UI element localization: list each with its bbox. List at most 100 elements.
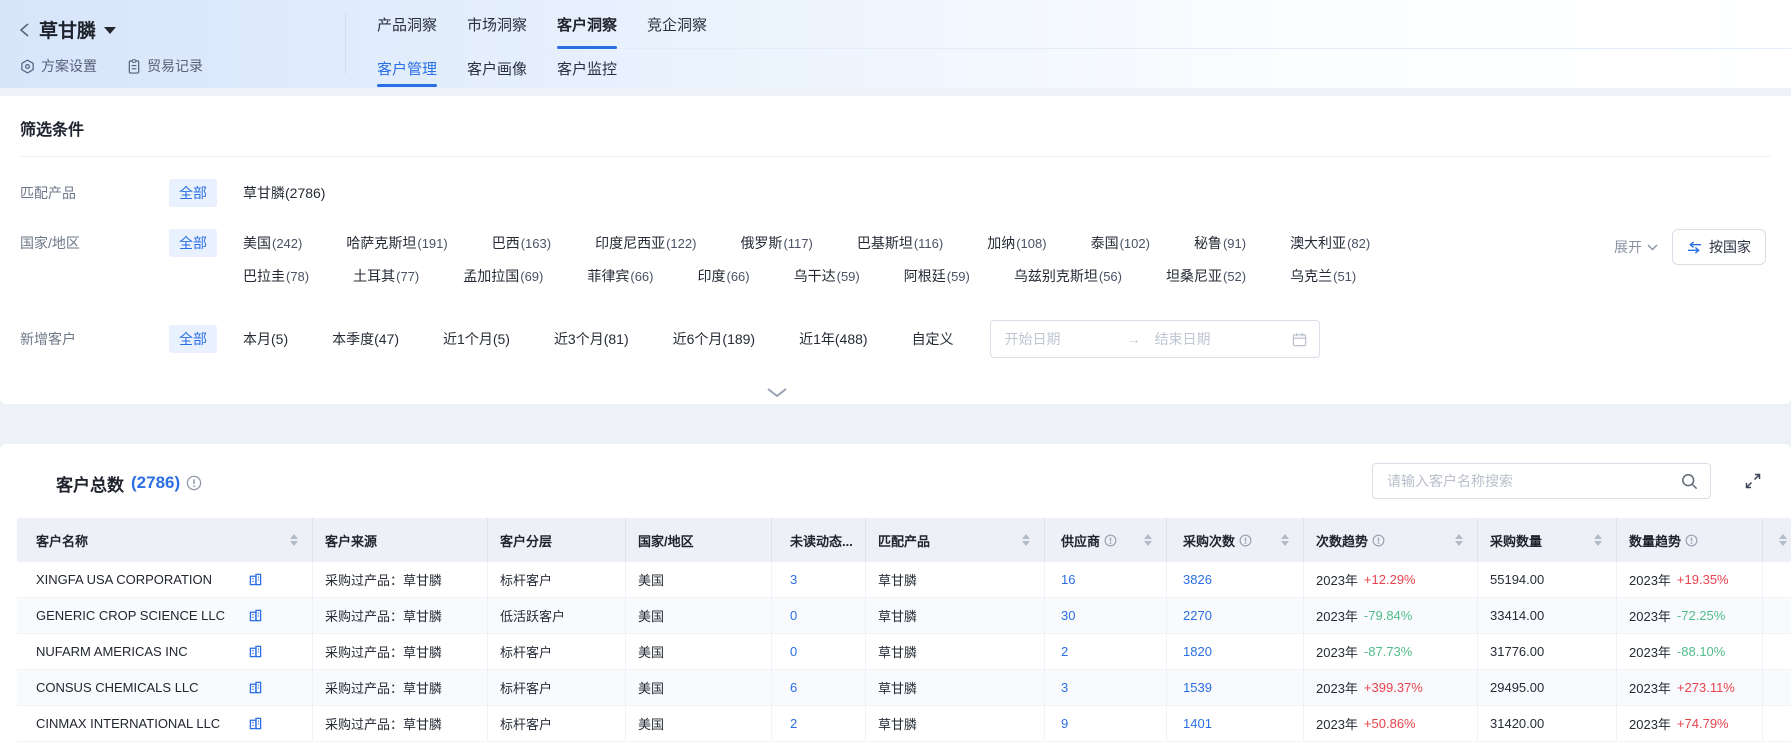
country-name: 巴拉圭 [243, 268, 285, 284]
country-item[interactable]: 孟加拉国(69) [463, 266, 543, 286]
company-report-icon[interactable] [249, 573, 262, 586]
customer-name-link[interactable]: CONSUS CHEMICALS LLC [36, 680, 199, 695]
date-range-picker[interactable]: → [990, 320, 1320, 358]
sort-carets-icon[interactable] [1022, 534, 1030, 546]
country-item[interactable]: 美国(242) [243, 233, 302, 253]
filter-product-all-chip[interactable]: 全部 [169, 179, 217, 207]
country-item[interactable]: 巴西(163) [492, 233, 551, 253]
end-date-input[interactable] [1155, 331, 1273, 347]
unread-count-link[interactable]: 0 [790, 644, 797, 659]
country-item[interactable]: 加纳(108) [987, 233, 1046, 253]
unread-count-link[interactable]: 6 [790, 680, 797, 695]
subtab-customer-monitor[interactable]: 客户监控 [557, 49, 617, 88]
suppliers-link[interactable]: 16 [1061, 572, 1075, 587]
sort-carets-icon[interactable] [1144, 534, 1152, 546]
col-quantity-trend[interactable]: 数量趋势 [1617, 518, 1763, 562]
sort-carets-icon[interactable] [1594, 534, 1602, 546]
calendar-icon[interactable] [1292, 332, 1307, 347]
purchases-link[interactable]: 1820 [1183, 644, 1212, 659]
subtab-customer-profile[interactable]: 客户画像 [467, 49, 527, 88]
unread-count-link[interactable]: 2 [790, 716, 797, 731]
tab-competitor-insight[interactable]: 竞企洞察 [647, 0, 707, 48]
company-report-icon[interactable] [249, 717, 262, 730]
col-purchase-quantity[interactable]: 采购数量 [1478, 518, 1617, 562]
country-item[interactable]: 乌干达(59) [794, 266, 860, 286]
suppliers-link[interactable]: 9 [1061, 716, 1068, 731]
period-item[interactable]: 本月(5) [243, 329, 288, 349]
col-count-trend[interactable]: 次数趋势 [1304, 518, 1478, 562]
scheme-gear-icon [20, 59, 35, 74]
fullscreen-icon[interactable] [1744, 472, 1762, 490]
country-item[interactable]: 土耳其(77) [353, 266, 419, 286]
cell-customer-layer: 标杆客户 [488, 634, 626, 669]
period-item[interactable]: 近1年(488) [799, 329, 867, 349]
purchases-link[interactable]: 1401 [1183, 716, 1212, 731]
purchases-link[interactable]: 1539 [1183, 680, 1212, 695]
suppliers-link[interactable]: 2 [1061, 644, 1068, 659]
info-icon[interactable] [1372, 534, 1385, 547]
country-item[interactable]: 哈萨克斯坦(191) [346, 233, 447, 253]
country-item[interactable]: 菲律宾(66) [587, 266, 653, 286]
customer-name-link[interactable]: XINGFA USA CORPORATION [36, 572, 212, 587]
company-report-icon[interactable] [249, 609, 262, 622]
filter-product-item[interactable]: 草甘膦(2786) [243, 183, 325, 203]
info-icon[interactable] [1239, 534, 1252, 547]
country-item[interactable]: 乌兹别克斯坦(56) [1014, 266, 1122, 286]
period-item[interactable]: 近3个月(81) [554, 329, 629, 349]
back-icon[interactable] [18, 22, 31, 38]
filter-new-customer-all-chip[interactable]: 全部 [169, 325, 217, 353]
country-item[interactable]: 坦桑尼亚(52) [1166, 266, 1246, 286]
sort-carets-icon[interactable] [1455, 534, 1463, 546]
unread-count-link[interactable]: 3 [790, 572, 797, 587]
product-text: 草甘膦 [878, 606, 917, 625]
suppliers-link[interactable]: 3 [1061, 680, 1068, 695]
country-item[interactable]: 巴基斯坦(116) [857, 233, 943, 253]
collapse-filters-button[interactable] [761, 383, 793, 401]
search-icon[interactable] [1681, 473, 1698, 490]
purchases-link[interactable]: 2270 [1183, 608, 1212, 623]
country-item[interactable]: 印度(66) [698, 266, 750, 286]
trade-records-button[interactable]: 贸易记录 [127, 56, 203, 76]
period-item[interactable]: 近6个月(189) [673, 329, 755, 349]
company-report-icon[interactable] [249, 645, 262, 658]
subtab-customer-management[interactable]: 客户管理 [377, 49, 437, 88]
sort-carets-icon[interactable] [290, 534, 298, 546]
company-report-icon[interactable] [249, 681, 262, 694]
period-item[interactable]: 近1个月(5) [443, 329, 510, 349]
col-customer-name[interactable]: 客户名称 [17, 518, 313, 562]
expand-countries-toggle[interactable]: 展开 [1614, 237, 1658, 257]
info-icon[interactable] [1104, 534, 1117, 547]
customer-name-link[interactable]: CINMAX INTERNATIONAL LLC [36, 716, 220, 731]
customer-name-link[interactable]: NUFARM AMERICAS INC [36, 644, 188, 659]
country-item[interactable]: 澳大利亚(82) [1290, 233, 1370, 253]
info-icon[interactable] [186, 475, 202, 491]
unread-count-link[interactable]: 0 [790, 608, 797, 623]
customer-search-input[interactable] [1387, 473, 1681, 489]
period-item[interactable]: 本季度(47) [332, 329, 399, 349]
purchases-link[interactable]: 3826 [1183, 572, 1212, 587]
country-item[interactable]: 乌克兰(51) [1290, 266, 1356, 286]
title-dropdown-caret-icon[interactable] [104, 27, 116, 34]
start-date-input[interactable] [1005, 331, 1123, 347]
tab-customer-insight[interactable]: 客户洞察 [557, 0, 617, 48]
country-item[interactable]: 泰国(102) [1091, 233, 1150, 253]
info-icon[interactable] [1685, 534, 1698, 547]
scheme-settings-button[interactable]: 方案设置 [20, 56, 97, 76]
col-purchase-count[interactable]: 采购次数 [1167, 518, 1304, 562]
tab-product-insight[interactable]: 产品洞察 [377, 0, 437, 48]
filter-country-all-chip[interactable]: 全部 [169, 229, 217, 257]
country-item[interactable]: 俄罗斯(117) [740, 233, 812, 253]
sort-carets-icon[interactable] [1779, 534, 1787, 546]
custom-period-button[interactable]: 自定义 [912, 329, 954, 349]
country-item[interactable]: 印度尼西亚(122) [595, 233, 696, 253]
country-item[interactable]: 巴拉圭(78) [243, 266, 309, 286]
sort-carets-icon[interactable] [1281, 534, 1289, 546]
suppliers-link[interactable]: 30 [1061, 608, 1075, 623]
country-item[interactable]: 阿根廷(59) [904, 266, 970, 286]
col-suppliers[interactable]: 供应商 [1045, 518, 1167, 562]
customer-name-link[interactable]: GENERIC CROP SCIENCE LLC [36, 608, 225, 623]
by-country-button[interactable]: 按国家 [1672, 229, 1766, 265]
country-item[interactable]: 秘鲁(91) [1194, 233, 1246, 253]
col-matched-product[interactable]: 匹配产品 [866, 518, 1045, 562]
tab-market-insight[interactable]: 市场洞察 [467, 0, 527, 48]
